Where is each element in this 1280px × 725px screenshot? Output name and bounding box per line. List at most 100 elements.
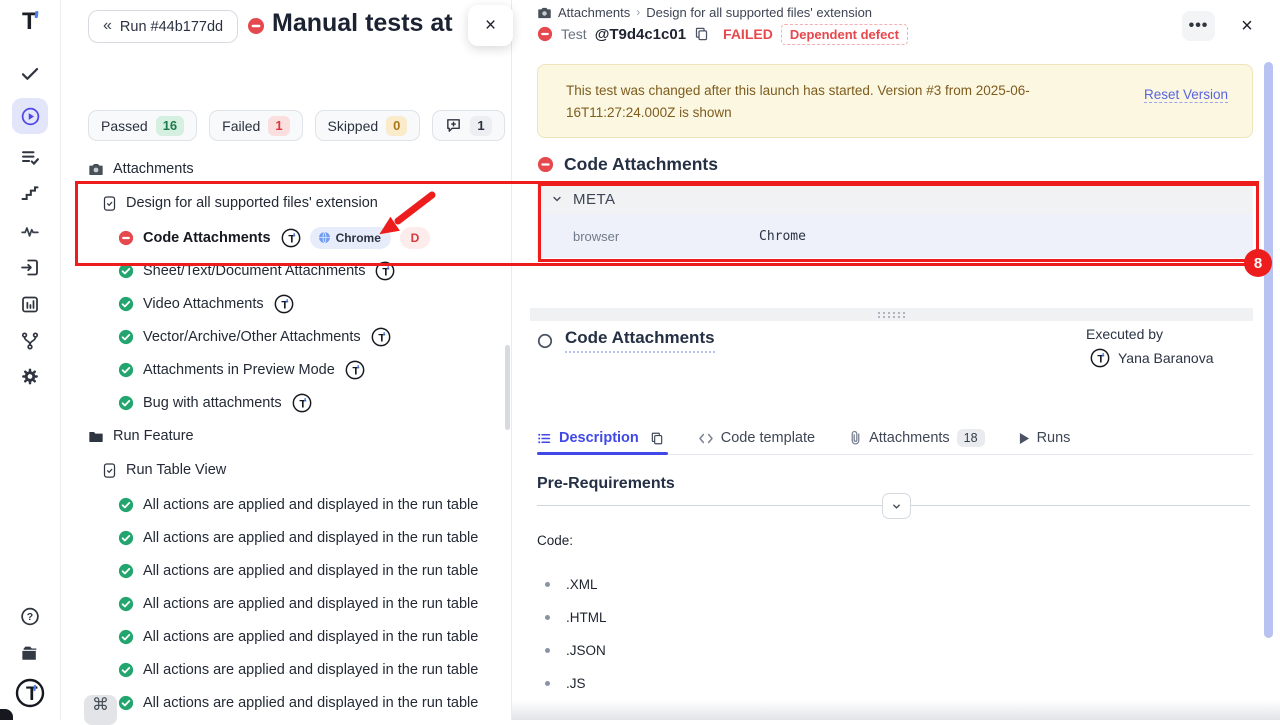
play-icon — [1019, 432, 1030, 445]
tree-row[interactable]: All actions are applied and displayed in… — [88, 587, 500, 620]
copy-icon[interactable] — [650, 431, 664, 446]
tree-item-label: All actions are applied and displayed in… — [143, 695, 478, 711]
code-label: Code: — [537, 533, 573, 548]
steps-icon[interactable] — [20, 184, 40, 204]
tree-row[interactable]: All actions are applied and displayed in… — [88, 686, 500, 719]
meta-header[interactable]: META — [537, 184, 1253, 214]
copy-icon[interactable] — [694, 26, 709, 42]
failed-status-icon — [247, 17, 265, 35]
logo-badge-icon[interactable]: T — [15, 678, 45, 708]
reset-version-link[interactable]: Reset Version — [1144, 87, 1228, 103]
browser-badge: Chrome — [310, 227, 391, 249]
test-title[interactable]: Code Attachments — [565, 328, 715, 353]
svg-text:T: T — [22, 8, 37, 34]
tests-check-icon[interactable] — [20, 63, 41, 84]
defect-letter-badge: D — [400, 227, 430, 249]
tree-row[interactable]: Attachments in Preview ModeT — [88, 353, 500, 386]
banner-text: This test was changed after this launch … — [566, 80, 1106, 124]
import-icon[interactable] — [20, 257, 41, 278]
tab-description[interactable]: Description — [537, 422, 664, 454]
camera-icon — [88, 162, 104, 176]
analytics-icon[interactable] — [20, 294, 41, 315]
tree-item-label: Design for all supported files' extensio… — [126, 195, 378, 211]
passed-status-icon — [118, 497, 134, 513]
breadcrumb-root[interactable]: Attachments — [558, 5, 630, 20]
tree-row[interactable]: Sheet/Text/Document AttachmentsT — [88, 254, 500, 287]
list-item: .HTML — [537, 601, 607, 634]
run-back-button[interactable]: « Run #44b177dd — [88, 10, 238, 43]
tree-row[interactable]: Code AttachmentsTChromeD — [88, 221, 500, 254]
tab-label: Description — [559, 430, 639, 446]
branches-icon[interactable] — [20, 331, 40, 351]
tree-row[interactable]: All actions are applied and displayed in… — [88, 521, 500, 554]
tree-row[interactable]: Attachments — [88, 152, 500, 185]
filter-chip-skipped[interactable]: Skipped 0 — [315, 110, 421, 141]
test-tree: Attachments Design for all supported file… — [88, 152, 500, 719]
chevrons-left-icon: « — [103, 17, 112, 35]
tab-attachments[interactable]: Attachments 18 — [849, 422, 985, 454]
tree-row[interactable]: All actions are applied and displayed in… — [88, 554, 500, 587]
list-icon — [537, 431, 552, 446]
tree-item-label: All actions are applied and displayed in… — [143, 629, 478, 645]
meta-row: browserChrome — [537, 214, 1253, 258]
extensions-list: .XML.HTML.JSON.JS — [537, 568, 607, 700]
assignee-avatar: T — [371, 327, 391, 347]
tree-row[interactable]: Bug with attachmentsT — [88, 386, 500, 419]
left-scrollbar-thumb[interactable] — [505, 345, 510, 430]
help-icon[interactable]: ? — [20, 606, 41, 627]
runs-play-icon — [20, 106, 41, 127]
settings-gear-icon[interactable] — [20, 366, 41, 387]
filter-chip-passed[interactable]: Passed 16 — [88, 110, 197, 141]
tab-runs[interactable]: Runs — [1019, 422, 1071, 454]
tab-label: Attachments — [869, 430, 950, 446]
chip-count: 0 — [386, 116, 407, 136]
tab-code-template[interactable]: Code template — [698, 422, 815, 454]
tree-row[interactable]: Run Table View — [88, 452, 500, 488]
tree-item-label: Bug with attachments — [143, 395, 282, 411]
tree-item-label: Attachments — [113, 161, 194, 177]
filter-chip-failed[interactable]: Failed 1 — [209, 110, 302, 141]
tree-item-label: All actions are applied and displayed in… — [143, 530, 478, 546]
right-scrollbar-thumb[interactable] — [1264, 62, 1273, 638]
passed-status-icon — [118, 530, 134, 546]
passed-status-icon — [118, 563, 134, 579]
tree-item-label: Attachments in Preview Mode — [143, 362, 335, 378]
version-warning-banner: This test was changed after this launch … — [537, 64, 1253, 138]
bullet-icon — [545, 615, 550, 620]
docs-icon[interactable] — [19, 643, 41, 663]
list-item-text: .HTML — [566, 610, 607, 625]
tree-row[interactable]: Vector/Archive/Other AttachmentsT — [88, 320, 500, 353]
tree-row[interactable]: Video AttachmentsT — [88, 287, 500, 320]
defect-badge[interactable]: Dependent defect — [781, 24, 908, 45]
bottom-fade — [512, 700, 1280, 720]
panel-close-button[interactable]: × — [468, 5, 513, 46]
tab-label: Code template — [721, 430, 815, 446]
tree-row[interactable]: All actions are applied and displayed in… — [88, 620, 500, 653]
assignee-avatar: T — [375, 261, 395, 281]
assignee-avatar: T — [281, 228, 301, 248]
tree-row[interactable]: All actions are applied and displayed in… — [88, 653, 500, 686]
tree-item-label: All actions are applied and displayed in… — [143, 497, 478, 513]
test-plans-icon[interactable] — [20, 147, 41, 168]
passed-status-icon — [118, 329, 134, 345]
filter-chip-comments[interactable]: 1 — [432, 110, 504, 141]
app-logo-icon[interactable]: T — [18, 8, 42, 34]
list-item-text: .XML — [566, 577, 598, 592]
tree-row[interactable]: Run Feature — [88, 419, 500, 452]
meta-rows: browserChrome — [537, 214, 1253, 258]
paperclip-icon — [849, 430, 862, 446]
pulse-icon[interactable] — [20, 221, 41, 242]
collapse-section-button[interactable] — [882, 493, 911, 519]
resize-divider[interactable] — [530, 308, 1253, 321]
ellipsis-icon: ••• — [1189, 17, 1209, 35]
detail-close-button[interactable]: × — [1234, 13, 1260, 39]
more-actions-button[interactable]: ••• — [1182, 11, 1215, 41]
runs-play-item[interactable] — [12, 98, 48, 134]
passed-status-icon — [118, 662, 134, 678]
breadcrumb-current[interactable]: Design for all supported files' extensio… — [646, 5, 872, 20]
tree-row[interactable]: Design for all supported files' extensio… — [88, 185, 500, 221]
tree-item-label: Video Attachments — [143, 296, 264, 312]
tree-row[interactable]: All actions are applied and displayed in… — [88, 488, 500, 521]
tree-item-label: All actions are applied and displayed in… — [143, 662, 478, 678]
detail-tabs: Description Code template Attachments 18… — [537, 422, 1253, 455]
